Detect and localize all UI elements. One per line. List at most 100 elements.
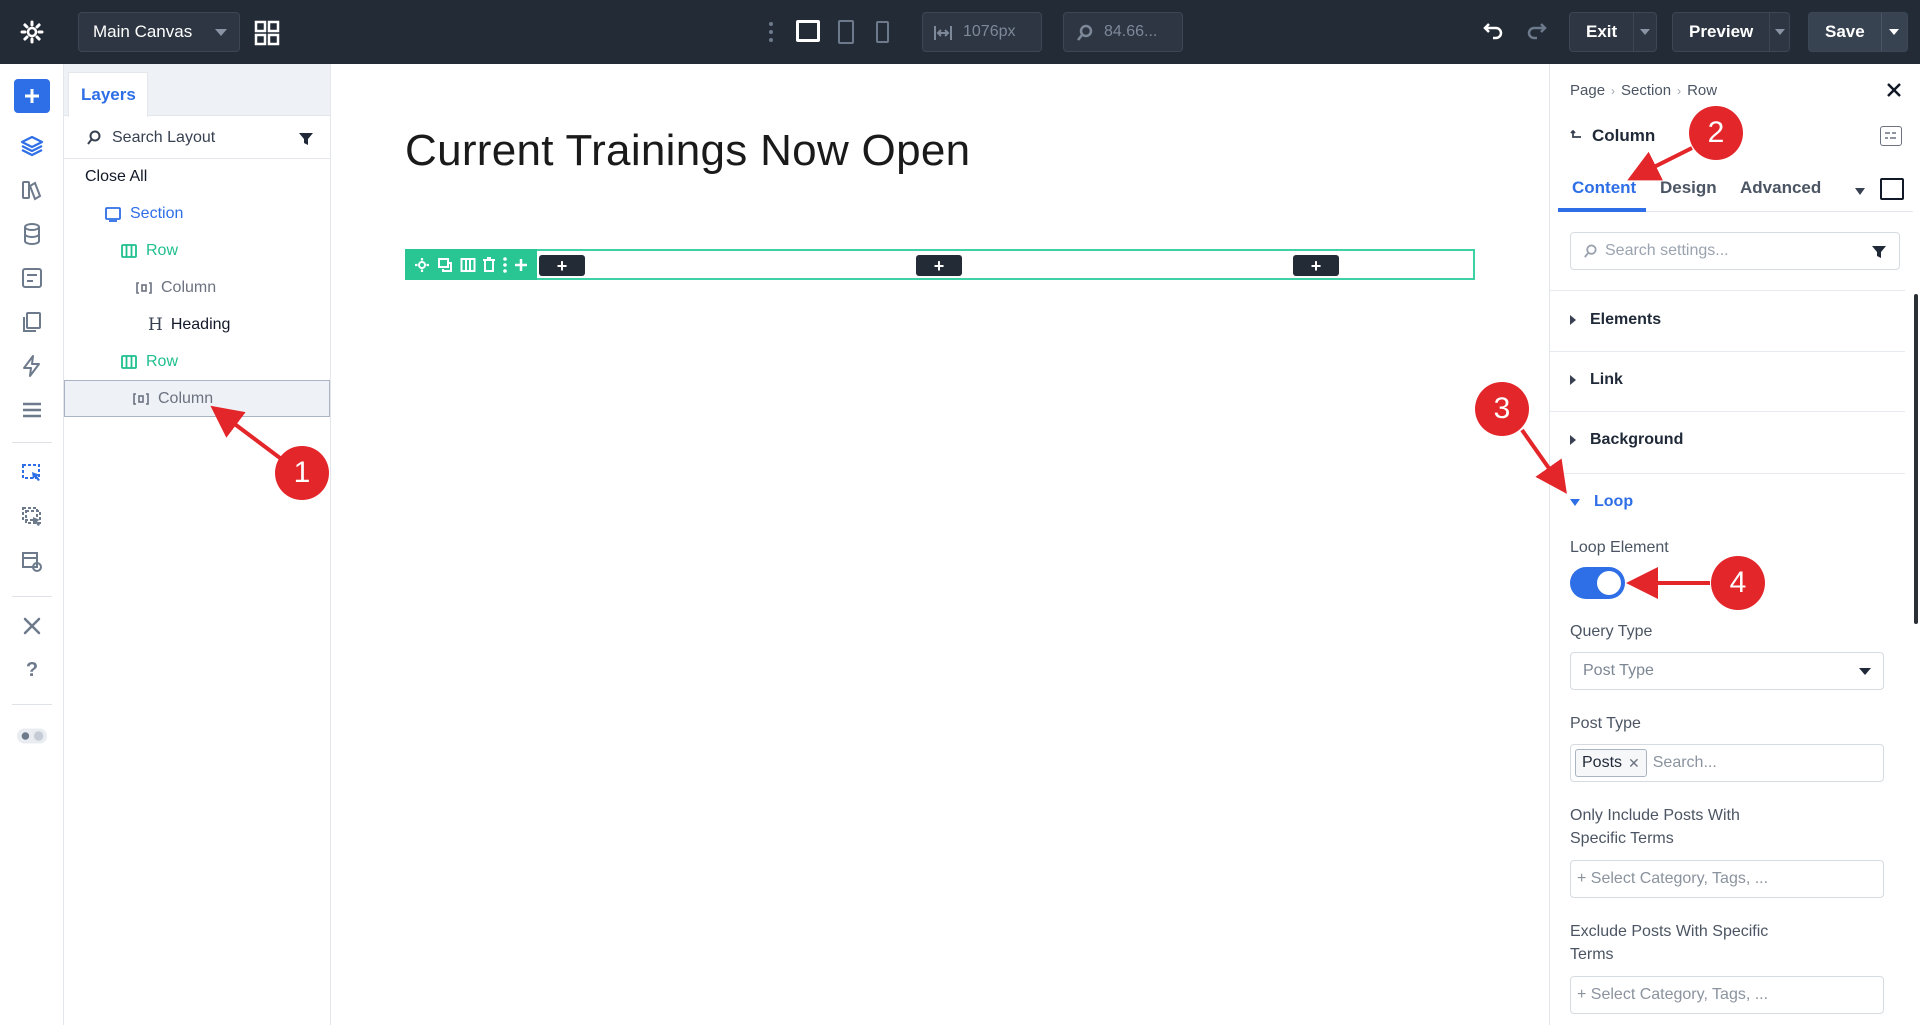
panel-layout-icon[interactable] (1880, 126, 1902, 146)
add-icon[interactable] (514, 258, 528, 272)
back-arrow-icon[interactable] (1570, 130, 1582, 142)
exclude-terms-select[interactable]: + Select Category, Tags, ... (1570, 976, 1884, 1014)
plus-icon (25, 89, 39, 103)
rail-divider (12, 596, 52, 597)
tools-icon[interactable] (16, 610, 48, 642)
tablet-view-icon[interactable] (838, 20, 854, 44)
settings-gear-icon[interactable] (0, 0, 64, 64)
save-button[interactable]: Save (1808, 12, 1908, 52)
undo-icon[interactable] (1482, 20, 1504, 42)
settings-tabs: Content Design Advanced (1558, 172, 1913, 212)
redo-icon[interactable] (1526, 20, 1548, 42)
post-type-tag: Posts ✕ (1575, 749, 1647, 777)
add-module-button[interactable]: + (1293, 255, 1339, 276)
remove-tag-icon[interactable]: ✕ (1628, 755, 1640, 772)
add-element-button[interactable] (14, 79, 50, 113)
post-type-input[interactable]: Posts ✕ Search... (1570, 744, 1884, 782)
layer-item-heading[interactable]: H Heading (64, 306, 330, 343)
left-icon-rail: ? (0, 64, 64, 1025)
layers-tabbar: Layers (64, 64, 330, 117)
tab-design[interactable]: Design (1660, 178, 1717, 198)
query-type-value: Post Type (1583, 662, 1654, 679)
filter-icon[interactable] (1871, 244, 1887, 260)
layer-item-row[interactable]: Row (64, 232, 330, 269)
chevron-down-icon (215, 29, 227, 36)
save-dropdown-icon[interactable] (1880, 13, 1907, 51)
more-options-icon[interactable] (503, 256, 507, 273)
help-icon[interactable]: ? (16, 654, 48, 686)
layer-search-input[interactable]: Search Layout (64, 117, 330, 159)
desktop-view-icon[interactable] (796, 20, 820, 42)
group-label: Elements (1590, 311, 1662, 328)
query-type-select[interactable]: Post Type (1570, 652, 1884, 690)
group-background[interactable]: Background (1570, 431, 1683, 449)
group-link[interactable]: Link (1570, 371, 1623, 389)
zoom-input[interactable]: 84.66... (1063, 12, 1183, 52)
preview-dropdown-icon[interactable] (1769, 13, 1789, 51)
phone-view-icon[interactable] (876, 21, 889, 43)
database-icon[interactable] (16, 218, 48, 250)
caret-right-icon (1570, 315, 1576, 325)
add-module-button[interactable]: + (539, 255, 585, 276)
loop-element-toggle[interactable] (1570, 567, 1625, 599)
canvas-select[interactable]: Main Canvas (78, 12, 240, 52)
group-loop[interactable]: Loop (1570, 493, 1633, 511)
exit-button[interactable]: Exit (1569, 12, 1657, 52)
settings-scrollbar[interactable] (1914, 294, 1918, 624)
tab-layers[interactable]: Layers (68, 72, 148, 117)
more-vertical-icon[interactable] (768, 20, 774, 44)
row-settings-icon[interactable] (414, 257, 430, 273)
trash-icon[interactable] (482, 256, 496, 273)
breadcrumb-page[interactable]: Page (1570, 82, 1605, 99)
settings-search-input[interactable]: Search settings... (1570, 232, 1900, 270)
loop-element-label: Loop Element (1570, 539, 1669, 556)
canvas-width-input[interactable]: 1076px (922, 12, 1042, 52)
preset-square-icon[interactable] (1880, 178, 1904, 200)
exclude-terms-label-line: Terms (1570, 946, 1614, 963)
theme-toggle-icon[interactable] (16, 720, 48, 752)
exit-dropdown-icon[interactable] (1633, 13, 1656, 51)
filter-icon[interactable] (298, 131, 314, 147)
tab-advanced[interactable]: Advanced (1740, 178, 1821, 198)
add-module-button[interactable]: + (916, 255, 962, 276)
layer-item-section[interactable]: Section (64, 195, 330, 232)
lightning-icon[interactable] (16, 350, 48, 382)
layers-icon[interactable] (16, 130, 48, 162)
canvas-select-label: Main Canvas (93, 22, 193, 41)
divider (1550, 473, 1905, 474)
breadcrumb-section[interactable]: Section (1621, 82, 1671, 99)
grid-view-icon[interactable] (254, 20, 280, 46)
layer-item-column[interactable]: Column (64, 269, 330, 306)
layer-item-column-selected[interactable]: Column (64, 380, 330, 417)
include-terms-select[interactable]: + Select Category, Tags, ... (1570, 860, 1884, 898)
settings-search-placeholder: Search settings... (1605, 242, 1729, 259)
search-icon (1584, 244, 1597, 258)
multi-select-icon[interactable] (16, 501, 48, 533)
group-label: Link (1590, 371, 1623, 388)
breadcrumb-row[interactable]: Row (1687, 82, 1717, 99)
tabs-more-icon[interactable] (1855, 188, 1865, 195)
group-label: Background (1590, 431, 1684, 448)
form-icon[interactable] (16, 262, 48, 294)
exclude-terms-label: Exclude Posts With Specific Terms (1570, 920, 1768, 966)
exit-button-label: Exit (1586, 22, 1618, 41)
layer-item-row[interactable]: Row (64, 343, 330, 380)
design-library-icon[interactable] (16, 174, 48, 206)
duplicate-icon[interactable] (437, 257, 453, 273)
main-canvas (331, 64, 1549, 1025)
canvas-heading[interactable]: Current Trainings Now Open (405, 126, 970, 176)
close-all-button[interactable]: Close All (64, 158, 330, 195)
select-element-icon[interactable] (16, 457, 48, 489)
list-icon[interactable] (16, 394, 48, 426)
search-icon (87, 130, 101, 145)
preview-button[interactable]: Preview (1672, 12, 1790, 52)
columns-icon[interactable] (460, 257, 476, 273)
tab-content[interactable]: Content (1572, 178, 1636, 198)
preview-layout-icon[interactable] (16, 546, 48, 578)
annotation-badge-3: 3 (1475, 382, 1529, 436)
annotation-badge-2: 2 (1689, 106, 1743, 160)
pages-icon[interactable] (16, 306, 48, 338)
close-icon[interactable] (1886, 82, 1902, 98)
exclude-terms-label-line: Exclude Posts With Specific (1570, 923, 1769, 940)
group-elements[interactable]: Elements (1570, 311, 1661, 329)
